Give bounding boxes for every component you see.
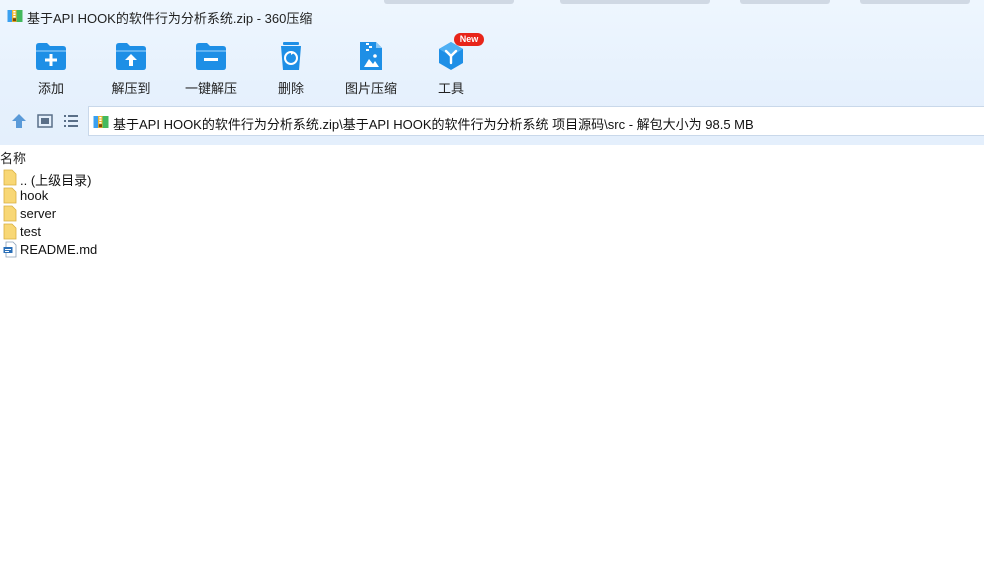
- folder-icon: [3, 223, 17, 240]
- window-title: 基于API HOOK的软件行为分析系统.zip - 360压缩: [27, 11, 313, 26]
- extract-to-button[interactable]: 解压到: [91, 36, 171, 98]
- folder-icon: [3, 187, 17, 204]
- list-item[interactable]: server: [0, 205, 400, 223]
- list-view-icon[interactable]: [62, 112, 80, 130]
- toolbar: 添加 解压到 一键解压 删除 图片压缩 New 工具: [0, 33, 984, 98]
- one-click-extract-icon: [196, 43, 226, 70]
- delete-label: 删除: [277, 81, 304, 96]
- navigation-row: 基于API HOOK的软件行为分析系统.zip\基于API HOOK的软件行为分…: [0, 105, 984, 137]
- titlebar-shadow: [384, 0, 514, 4]
- zip-archive-icon: [7, 10, 23, 22]
- folder-icon: [3, 205, 17, 222]
- title-bar: 基于API HOOK的软件行为分析系统.zip - 360压缩: [0, 0, 984, 32]
- add-folder-icon: [36, 43, 66, 70]
- list-item-name: hook: [20, 188, 49, 203]
- image-compress-icon: [360, 42, 382, 70]
- column-header-name[interactable]: 名称: [0, 148, 26, 167]
- address-path: 基于API HOOK的软件行为分析系统.zip\基于API HOOK的软件行为分…: [113, 117, 754, 132]
- delete-button[interactable]: 删除: [251, 36, 331, 98]
- image-compress-button[interactable]: 图片压缩: [331, 36, 411, 98]
- titlebar-shadow: [740, 0, 830, 4]
- add-button[interactable]: 添加: [11, 36, 91, 98]
- zip-archive-icon: [93, 116, 109, 128]
- extract-to-icon: [116, 43, 146, 70]
- titlebar-shadow: [860, 0, 970, 4]
- extract-to-label: 解压到: [111, 81, 151, 96]
- list-item-name: README.md: [20, 242, 98, 257]
- tools-button[interactable]: New 工具: [411, 33, 491, 98]
- list-item[interactable]: README.md: [0, 241, 400, 259]
- list-item[interactable]: .. (上级目录): [0, 169, 400, 188]
- top-band: 基于API HOOK的软件行为分析系统.zip - 360压缩 添加 解压到 一…: [0, 0, 984, 145]
- list-header: 名称: [0, 145, 984, 167]
- folder-icon: [3, 169, 17, 186]
- new-badge: New: [454, 33, 484, 46]
- address-bar[interactable]: 基于API HOOK的软件行为分析系统.zip\基于API HOOK的软件行为分…: [88, 106, 984, 136]
- list-item-name: test: [20, 224, 41, 239]
- titlebar-shadow: [560, 0, 710, 4]
- thumbnail-view-icon[interactable]: [36, 112, 54, 130]
- recycle-bin-icon: [281, 42, 301, 70]
- list-item[interactable]: hook: [0, 187, 400, 205]
- tools-label: 工具: [437, 81, 464, 96]
- add-label: 添加: [37, 81, 64, 96]
- image-compress-label: 图片压缩: [344, 81, 397, 96]
- one-click-extract-label: 一键解压: [184, 81, 237, 96]
- markdown-file-icon: [3, 241, 17, 258]
- one-click-extract-button[interactable]: 一键解压: [171, 36, 251, 98]
- list-item[interactable]: test: [0, 223, 400, 241]
- list-item-name: server: [20, 206, 57, 221]
- up-arrow-icon[interactable]: [10, 112, 28, 130]
